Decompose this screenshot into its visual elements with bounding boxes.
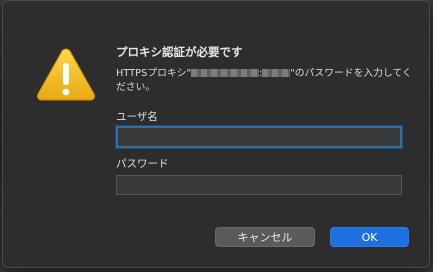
password-field[interactable] xyxy=(116,175,402,195)
cancel-button[interactable]: キャンセル xyxy=(215,227,315,247)
ok-button[interactable]: OK xyxy=(330,227,409,247)
proxy-auth-dialog: プロキシ認証が必要です HTTPSプロキシ": "のパスワードを入力してください。… xyxy=(2,0,430,268)
password-label: パスワード xyxy=(116,158,169,170)
dialog-message: HTTPSプロキシ": "のパスワードを入力してください。 xyxy=(116,67,416,95)
username-field[interactable] xyxy=(116,126,402,148)
username-label: ユーザ名 xyxy=(116,111,158,123)
warning-triangle-icon xyxy=(36,48,96,101)
message-prefix: HTTPSプロキシ" xyxy=(116,68,191,79)
dialog-title: プロキシ認証が必要です xyxy=(116,45,243,59)
redacted-port xyxy=(262,69,291,77)
redacted-host xyxy=(190,69,259,77)
